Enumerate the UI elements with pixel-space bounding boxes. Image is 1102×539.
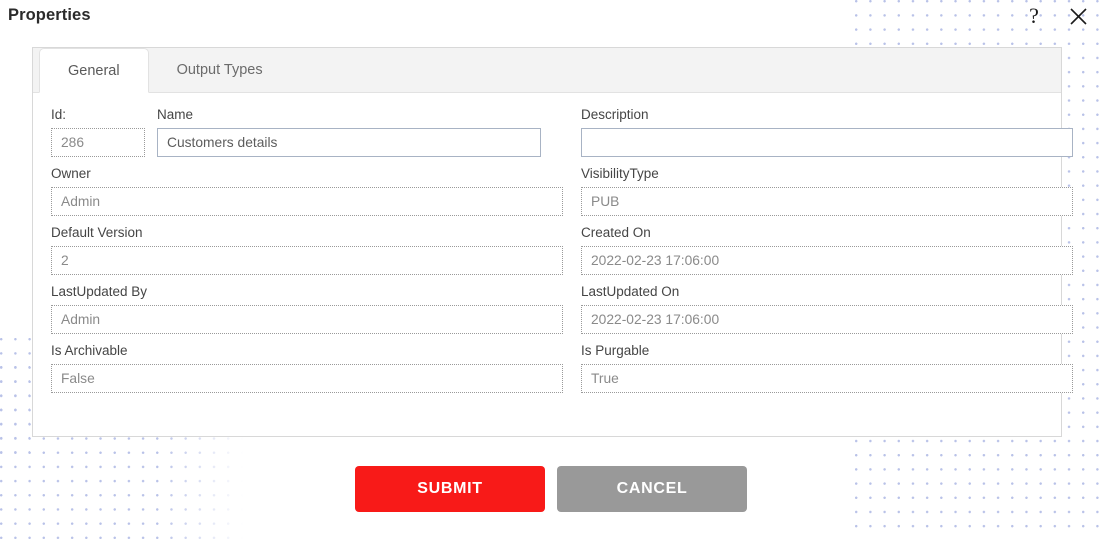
dotted-pattern-left-edge <box>0 366 30 456</box>
form-row-4: LastUpdated By Admin LastUpdated On 2022… <box>51 284 1073 334</box>
field-visibility-type-label: VisibilityType <box>581 166 659 181</box>
form-col-left-1: Id: 286 Name Customers details <box>51 107 563 157</box>
field-is-archivable: Is Archivable False <box>51 343 563 393</box>
field-owner: Owner Admin <box>51 166 563 216</box>
field-lastupdated-by-label: LastUpdated By <box>51 284 148 299</box>
field-name-input[interactable]: Customers details <box>157 128 541 157</box>
field-is-archivable-input[interactable]: False <box>51 364 563 393</box>
titlebar-actions: ? <box>1020 2 1092 30</box>
field-owner-input[interactable]: Admin <box>51 187 563 216</box>
form-col-left-5: Is Archivable False <box>51 343 563 393</box>
field-id-label: Id: <box>51 107 67 122</box>
close-icon[interactable] <box>1064 2 1092 30</box>
field-name-label: Name <box>157 107 194 122</box>
field-is-purgable-label: Is Purgable <box>581 343 650 358</box>
submit-button[interactable]: SUBMIT <box>355 466 545 512</box>
field-owner-label: Owner <box>51 166 91 181</box>
field-id: Id: 286 <box>51 107 145 157</box>
form-col-left-2: Owner Admin <box>51 166 563 216</box>
tab-output-types-label: Output Types <box>176 62 263 78</box>
page-title: Properties <box>8 6 91 24</box>
form-col-right-3: Created On 2022-02-23 17:06:00 <box>581 225 1073 275</box>
window-titlebar: Properties ? <box>0 0 1102 40</box>
field-name: Name Customers details <box>157 107 541 157</box>
field-description-input[interactable] <box>581 128 1073 157</box>
field-created-on: Created On 2022-02-23 17:06:00 <box>581 225 1073 275</box>
form-col-right-1: Description <box>581 107 1073 157</box>
field-id-input[interactable]: 286 <box>51 128 145 157</box>
field-default-version-label: Default Version <box>51 225 143 240</box>
field-lastupdated-by-input[interactable]: Admin <box>51 305 563 334</box>
field-description-label: Description <box>581 107 649 122</box>
field-is-archivable-label: Is Archivable <box>51 343 128 358</box>
field-created-on-label: Created On <box>581 225 651 240</box>
dialog-footer: SUBMIT CANCEL <box>0 466 1102 528</box>
form-col-left-3: Default Version 2 <box>51 225 563 275</box>
form-row-2: Owner Admin VisibilityType PUB <box>51 166 1073 216</box>
field-lastupdated-by: LastUpdated By Admin <box>51 284 563 334</box>
tab-general[interactable]: General <box>39 48 149 93</box>
tab-output-types[interactable]: Output Types <box>149 48 291 92</box>
form-col-right-5: Is Purgable True <box>581 343 1073 393</box>
properties-panel: General Output Types Id: 286 Name Custom… <box>32 47 1073 437</box>
form-row-5: Is Archivable False Is Purgable True <box>51 343 1073 393</box>
field-default-version: Default Version 2 <box>51 225 563 275</box>
field-is-purgable-input[interactable]: True <box>581 364 1073 393</box>
question-mark-icon[interactable]: ? <box>1020 2 1048 30</box>
tab-bar: General Output Types <box>33 48 1061 93</box>
general-form: Id: 286 Name Customers details Descripti… <box>33 93 1073 412</box>
field-visibility-type-input[interactable]: PUB <box>581 187 1073 216</box>
cancel-button[interactable]: CANCEL <box>557 466 747 512</box>
field-default-version-input[interactable]: 2 <box>51 246 563 275</box>
form-col-right-2: VisibilityType PUB <box>581 166 1073 216</box>
form-col-right-4: LastUpdated On 2022-02-23 17:06:00 <box>581 284 1073 334</box>
tab-general-label: General <box>68 62 120 79</box>
field-visibility-type: VisibilityType PUB <box>581 166 1073 216</box>
field-lastupdated-on-input[interactable]: 2022-02-23 17:06:00 <box>581 305 1073 334</box>
field-description: Description <box>581 107 1073 157</box>
field-is-purgable: Is Purgable True <box>581 343 1073 393</box>
form-col-left-4: LastUpdated By Admin <box>51 284 563 334</box>
field-created-on-input[interactable]: 2022-02-23 17:06:00 <box>581 246 1073 275</box>
form-row-1: Id: 286 Name Customers details Descripti… <box>51 107 1073 157</box>
field-lastupdated-on: LastUpdated On 2022-02-23 17:06:00 <box>581 284 1073 334</box>
field-lastupdated-on-label: LastUpdated On <box>581 284 680 299</box>
form-row-3: Default Version 2 Created On 2022-02-23 … <box>51 225 1073 275</box>
